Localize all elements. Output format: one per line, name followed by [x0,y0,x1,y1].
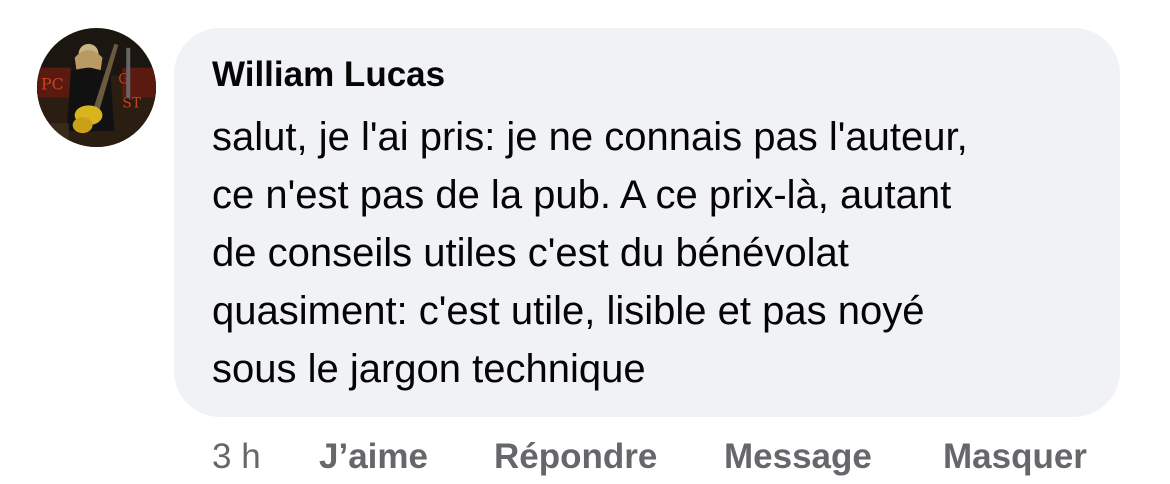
comment-text-line: de conseils utiles c'est du bénévolat [212,231,849,275]
avatar[interactable]: PC G ST [37,28,156,147]
user-avatar-photo-icon: PC G ST [37,28,156,147]
comment-text-line: ce n'est pas de la pub. A ce prix-là, au… [212,173,952,217]
comment-text-line: salut, je l'ai pris: je ne connais pas l… [212,115,968,159]
svg-text:ST: ST [122,95,142,111]
comment-text-line: quasiment: c'est utile, lisible et pas n… [212,289,925,333]
reply-button[interactable]: Répondre [494,432,657,482]
comment-text-line: sous le jargon technique [212,347,646,391]
comment-text: salut, je l'ai pris: je ne connais pas l… [212,108,1102,398]
svg-text:PC: PC [41,74,64,93]
like-button[interactable]: J’aime [319,432,428,482]
hide-button[interactable]: Masquer [943,432,1087,482]
message-button[interactable]: Message [724,432,872,482]
comment-author-name[interactable]: William Lucas [212,54,445,96]
comment-timestamp[interactable]: 3 h [212,432,261,482]
